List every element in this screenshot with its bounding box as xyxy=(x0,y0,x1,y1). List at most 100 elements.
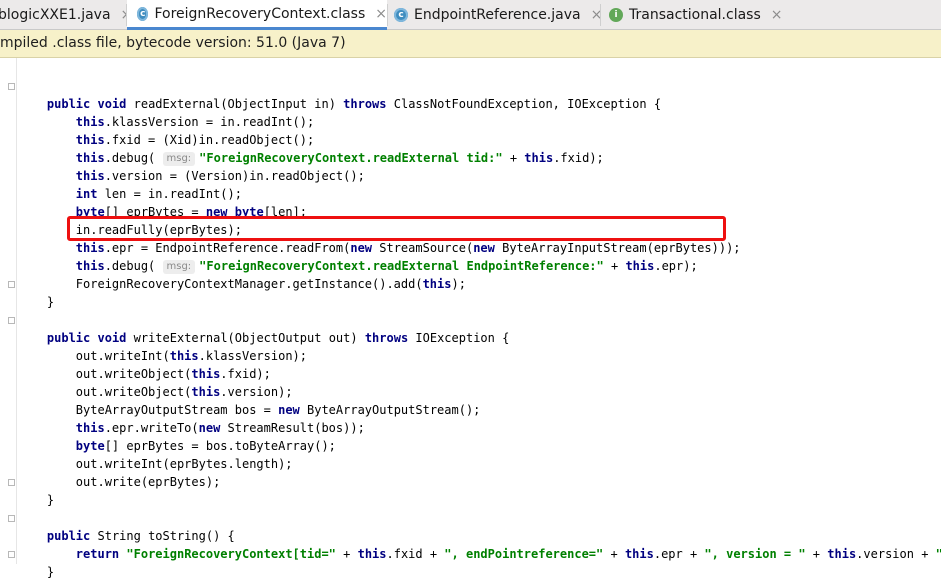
fold-marker-icon[interactable] xyxy=(8,479,15,486)
code-token: } xyxy=(18,565,55,579)
code-line[interactable]: public void readExternal(ObjectInput in)… xyxy=(18,95,941,113)
code-token: writeExternal(ObjectOutput out) xyxy=(126,331,365,345)
string-literal-token: ", endPointreference=" xyxy=(444,547,604,561)
code-line[interactable]: ForeignRecoveryContextManager.getInstanc… xyxy=(18,275,941,293)
code-token: + xyxy=(603,547,625,561)
code-token: .version + xyxy=(856,547,936,561)
keyword-token: this xyxy=(827,547,857,561)
keyword-token: this xyxy=(75,115,105,129)
code-line[interactable]: public String toString() { xyxy=(18,527,941,545)
code-line[interactable]: return "ForeignRecoveryContext[tid=" + t… xyxy=(18,545,941,563)
code-token: .klassVersion = in.readInt(); xyxy=(104,115,315,129)
code-token: [] eprBytes = bos.toByteArray(); xyxy=(104,439,336,453)
keyword-token: throws xyxy=(364,331,409,345)
code-token: out.writeObject( xyxy=(18,385,192,399)
banner-text: mpiled .class file, bytecode version: 51… xyxy=(0,35,346,51)
code-line[interactable]: ByteArrayOutputStream bos = new ByteArra… xyxy=(18,401,941,419)
tab-label: ForeignRecoveryContext.class xyxy=(154,5,366,22)
code-line[interactable]: out.writeInt(eprBytes.length); xyxy=(18,455,941,473)
decompiled-notice-banner: mpiled .class file, bytecode version: 51… xyxy=(0,30,941,58)
close-icon[interactable]: × xyxy=(375,6,387,22)
tab-weblogic-xxe1[interactable]: blogicXXE1.java × xyxy=(0,0,132,29)
keyword-token: this xyxy=(624,547,654,561)
code-line[interactable] xyxy=(18,509,941,527)
code-token: .fxid + xyxy=(386,547,445,561)
code-token: ForeignRecoveryContextManager.getInstanc… xyxy=(18,277,423,291)
code-line[interactable]: byte[] eprBytes = bos.toByteArray(); xyxy=(18,437,941,455)
code-token: .fxid = (Xid)in.readObject(); xyxy=(104,133,315,147)
code-line[interactable]: } xyxy=(18,491,941,509)
code-line[interactable]: this.epr = EndpointReference.readFrom(ne… xyxy=(18,239,941,257)
fold-marker-icon[interactable] xyxy=(8,317,15,324)
tab-foreign-recovery-context[interactable]: c ForeignRecoveryContext.class × xyxy=(127,0,387,30)
code-line[interactable] xyxy=(18,77,941,95)
code-token: ByteArrayOutputStream(); xyxy=(299,403,481,417)
fold-marker-icon[interactable] xyxy=(8,281,15,288)
tab-endpoint-reference[interactable]: c EndpointReference.java × xyxy=(388,0,604,29)
fold-marker-icon[interactable] xyxy=(8,515,15,522)
code-token: IOException { xyxy=(408,331,510,345)
keyword-token: public xyxy=(46,97,91,111)
parameter-hint: msg: xyxy=(162,152,196,166)
code-editor[interactable]: public void readExternal(ObjectInput in)… xyxy=(0,58,941,579)
code-line[interactable] xyxy=(18,311,941,329)
code-token: ClassNotFoundException, IOException { xyxy=(386,97,662,111)
code-token: + xyxy=(805,547,828,561)
keyword-token: this xyxy=(75,169,105,183)
parameter-hint: msg: xyxy=(162,260,196,274)
keyword-token: void xyxy=(97,331,127,345)
code-line[interactable]: this.debug( msg: "ForeignRecoveryContext.… xyxy=(18,257,941,275)
code-line[interactable]: this.debug( msg: "ForeignRecoveryContext.… xyxy=(18,149,941,167)
string-literal-token: ", version = " xyxy=(704,547,806,561)
keyword-token: new xyxy=(473,241,495,255)
keyword-token: this xyxy=(75,259,105,273)
code-token: .debug( xyxy=(104,259,163,273)
keyword-token: this xyxy=(357,547,387,561)
keyword-token: this xyxy=(75,133,105,147)
code-line[interactable]: this.epr.writeTo(new StreamResult(bos)); xyxy=(18,419,941,437)
close-icon[interactable]: × xyxy=(771,7,783,23)
code-line[interactable]: this.klassVersion = in.readInt(); xyxy=(18,113,941,131)
keyword-token: new xyxy=(278,403,300,417)
code-line[interactable]: out.writeObject(this.fxid); xyxy=(18,365,941,383)
code-token: .fxid); xyxy=(553,151,604,165)
code-token: ByteArrayOutputStream bos = xyxy=(18,403,279,417)
source-code[interactable]: public void readExternal(ObjectInput in)… xyxy=(18,77,941,581)
code-token: out.writeInt(eprBytes.length); xyxy=(18,457,293,471)
code-token: + xyxy=(502,151,525,165)
keyword-token: return xyxy=(75,547,120,561)
keyword-token: this xyxy=(75,241,105,255)
code-token: .epr.writeTo( xyxy=(104,421,199,435)
code-token: } xyxy=(18,493,55,507)
code-line[interactable]: } xyxy=(18,293,941,311)
code-line[interactable]: this.version = (Version)in.readObject(); xyxy=(18,167,941,185)
code-token: StreamSource( xyxy=(372,241,474,255)
code-token: .version); xyxy=(220,385,293,399)
keyword-token: new xyxy=(350,241,373,255)
keyword-token: this xyxy=(524,151,554,165)
code-line[interactable]: out.write(eprBytes); xyxy=(18,473,941,491)
code-token: .fxid); xyxy=(220,367,271,381)
code-line[interactable]: int len = in.readInt(); xyxy=(18,185,941,203)
code-token: ByteArrayInputStream(eprBytes))); xyxy=(494,241,741,255)
code-line[interactable]: this.fxid = (Xid)in.readObject(); xyxy=(18,131,941,149)
code-line[interactable]: out.writeObject(this.version); xyxy=(18,383,941,401)
keyword-token: this xyxy=(422,277,452,291)
keyword-token: int xyxy=(75,187,98,201)
string-literal-token: "ForeignRecoveryContext.readExternal tid… xyxy=(199,151,503,165)
tab-transactional[interactable]: i Transactional.class × xyxy=(601,0,799,29)
fold-marker-icon[interactable] xyxy=(8,551,15,558)
code-token: len = in.readInt(); xyxy=(97,187,242,201)
code-line[interactable]: public void writeExternal(ObjectOutput o… xyxy=(18,329,941,347)
code-line[interactable]: } xyxy=(18,563,941,581)
code-token: String toString() { xyxy=(90,529,235,543)
fold-marker-icon[interactable] xyxy=(8,83,15,90)
code-line[interactable]: out.writeInt(this.klassVersion); xyxy=(18,347,941,365)
